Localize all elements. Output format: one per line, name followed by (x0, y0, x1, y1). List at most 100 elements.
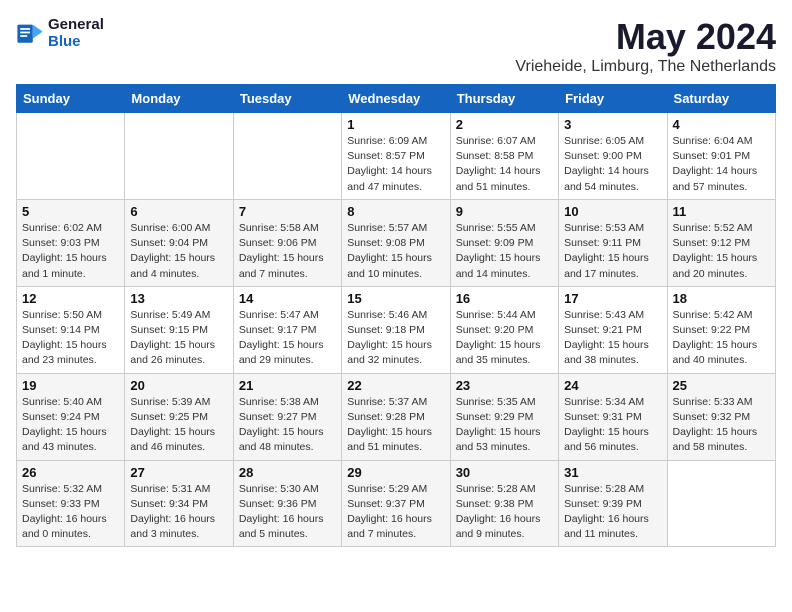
calendar-day-cell: 29 Sunrise: 5:29 AMSunset: 9:37 PMDayligh… (342, 460, 450, 547)
calendar-day-cell: 19 Sunrise: 5:40 AMSunset: 9:24 PMDayligh… (17, 373, 125, 460)
day-number: 4 (673, 117, 770, 132)
calendar-day-cell: 22Sunrise: 5:37 AMSunset: 9:28 PMDayligh… (342, 373, 450, 460)
logo-text: General Blue (48, 16, 104, 50)
calendar-day-cell: 31 Sunrise: 5:28 AMSunset: 9:39 PMDayligh… (559, 460, 667, 547)
day-number: 28 (239, 465, 336, 480)
day-number: 29 (347, 465, 444, 480)
day-info: Sunrise: 6:05 AMSunset: 9:00 PMDaylight:… (564, 134, 661, 195)
calendar-day-cell: 24 Sunrise: 5:34 AMSunset: 9:31 PMDayligh… (559, 373, 667, 460)
day-number: 13 (130, 291, 227, 306)
day-info: Sunrise: 5:39 AMSunset: 9:25 PMDaylight:… (130, 395, 227, 456)
day-info: Sunrise: 5:28 AMSunset: 9:38 PMDaylight:… (456, 482, 553, 543)
day-info: Sunrise: 5:33 AMSunset: 9:32 PMDaylight:… (673, 395, 770, 456)
day-number: 22 (347, 378, 444, 393)
calendar-day-cell: 23 Sunrise: 5:35 AMSunset: 9:29 PMDayligh… (450, 373, 558, 460)
day-info: Sunrise: 5:50 AMSunset: 9:14 PMDaylight:… (22, 308, 119, 369)
calendar-day-cell: 20 Sunrise: 5:39 AMSunset: 9:25 PMDayligh… (125, 373, 233, 460)
title-area: May 2024 Vrieheide, Limburg, The Netherl… (515, 16, 776, 76)
day-number: 25 (673, 378, 770, 393)
calendar-day-cell: 25 Sunrise: 5:33 AMSunset: 9:32 PMDayligh… (667, 373, 775, 460)
calendar-day-cell: 6Sunrise: 6:00 AMSunset: 9:04 PMDaylight… (125, 199, 233, 286)
calendar-day-cell: 27 Sunrise: 5:31 AMSunset: 9:34 PMDayligh… (125, 460, 233, 547)
day-number: 7 (239, 204, 336, 219)
day-info: Sunrise: 5:53 AMSunset: 9:11 PMDaylight:… (564, 221, 661, 282)
calendar-week-row: 1Sunrise: 6:09 AMSunset: 8:57 PMDaylight… (17, 113, 776, 200)
day-number: 21 (239, 378, 336, 393)
day-info: Sunrise: 5:46 AMSunset: 9:18 PMDaylight:… (347, 308, 444, 369)
day-info: Sunrise: 5:29 AMSunset: 9:37 PMDaylight:… (347, 482, 444, 543)
weekday-header-row: SundayMondayTuesdayWednesdayThursdayFrid… (17, 85, 776, 113)
calendar-week-row: 12 Sunrise: 5:50 AMSunset: 9:14 PMDayligh… (17, 286, 776, 373)
empty-day-cell (17, 113, 125, 200)
day-info: Sunrise: 5:52 AMSunset: 9:12 PMDaylight:… (673, 221, 770, 282)
day-info: Sunrise: 5:57 AMSunset: 9:08 PMDaylight:… (347, 221, 444, 282)
day-number: 9 (456, 204, 553, 219)
day-number: 19 (22, 378, 119, 393)
page-header: General Blue May 2024 Vrieheide, Limburg… (16, 16, 776, 76)
calendar-day-cell: 5 Sunrise: 6:02 AMSunset: 9:03 PMDaylight… (17, 199, 125, 286)
day-info: Sunrise: 5:35 AMSunset: 9:29 PMDaylight:… (456, 395, 553, 456)
day-info: Sunrise: 6:00 AMSunset: 9:04 PMDaylight:… (130, 221, 227, 282)
day-number: 3 (564, 117, 661, 132)
calendar-day-cell: 15 Sunrise: 5:46 AMSunset: 9:18 PMDayligh… (342, 286, 450, 373)
calendar-week-row: 19 Sunrise: 5:40 AMSunset: 9:24 PMDayligh… (17, 373, 776, 460)
calendar-week-row: 5 Sunrise: 6:02 AMSunset: 9:03 PMDaylight… (17, 199, 776, 286)
day-info: Sunrise: 5:40 AMSunset: 9:24 PMDaylight:… (22, 395, 119, 456)
calendar-day-cell: 8 Sunrise: 5:57 AMSunset: 9:08 PMDaylight… (342, 199, 450, 286)
calendar-table: SundayMondayTuesdayWednesdayThursdayFrid… (16, 84, 776, 547)
day-info: Sunrise: 5:32 AMSunset: 9:33 PMDaylight:… (22, 482, 119, 543)
day-info: Sunrise: 5:34 AMSunset: 9:31 PMDaylight:… (564, 395, 661, 456)
calendar-day-cell: 16Sunrise: 5:44 AMSunset: 9:20 PMDayligh… (450, 286, 558, 373)
day-info: Sunrise: 5:28 AMSunset: 9:39 PMDaylight:… (564, 482, 661, 543)
calendar-day-cell: 2Sunrise: 6:07 AMSunset: 8:58 PMDaylight… (450, 113, 558, 200)
day-number: 24 (564, 378, 661, 393)
weekday-header-sunday: Sunday (17, 85, 125, 113)
calendar-day-cell: 17 Sunrise: 5:43 AMSunset: 9:21 PMDayligh… (559, 286, 667, 373)
calendar-day-cell: 14 Sunrise: 5:47 AMSunset: 9:17 PMDayligh… (233, 286, 341, 373)
day-info: Sunrise: 5:42 AMSunset: 9:22 PMDaylight:… (673, 308, 770, 369)
day-info: Sunrise: 5:44 AMSunset: 9:20 PMDaylight:… (456, 308, 553, 369)
weekday-header-wednesday: Wednesday (342, 85, 450, 113)
calendar-day-cell: 9Sunrise: 5:55 AMSunset: 9:09 PMDaylight… (450, 199, 558, 286)
day-info: Sunrise: 5:43 AMSunset: 9:21 PMDaylight:… (564, 308, 661, 369)
weekday-header-saturday: Saturday (667, 85, 775, 113)
day-number: 14 (239, 291, 336, 306)
day-info: Sunrise: 5:49 AMSunset: 9:15 PMDaylight:… (130, 308, 227, 369)
calendar-day-cell: 28 Sunrise: 5:30 AMSunset: 9:36 PMDayligh… (233, 460, 341, 547)
day-number: 5 (22, 204, 119, 219)
day-number: 27 (130, 465, 227, 480)
day-number: 20 (130, 378, 227, 393)
day-number: 15 (347, 291, 444, 306)
calendar-week-row: 26Sunrise: 5:32 AMSunset: 9:33 PMDayligh… (17, 460, 776, 547)
weekday-header-friday: Friday (559, 85, 667, 113)
day-number: 2 (456, 117, 553, 132)
day-info: Sunrise: 5:31 AMSunset: 9:34 PMDaylight:… (130, 482, 227, 543)
day-number: 18 (673, 291, 770, 306)
day-number: 12 (22, 291, 119, 306)
day-info: Sunrise: 5:38 AMSunset: 9:27 PMDaylight:… (239, 395, 336, 456)
day-number: 11 (673, 204, 770, 219)
calendar-day-cell: 3 Sunrise: 6:05 AMSunset: 9:00 PMDaylight… (559, 113, 667, 200)
day-number: 17 (564, 291, 661, 306)
day-number: 23 (456, 378, 553, 393)
logo-icon (16, 19, 44, 47)
day-info: Sunrise: 6:04 AMSunset: 9:01 PMDaylight:… (673, 134, 770, 195)
day-info: Sunrise: 5:58 AMSunset: 9:06 PMDaylight:… (239, 221, 336, 282)
day-info: Sunrise: 6:02 AMSunset: 9:03 PMDaylight:… (22, 221, 119, 282)
day-number: 8 (347, 204, 444, 219)
calendar-day-cell: 11 Sunrise: 5:52 AMSunset: 9:12 PMDayligh… (667, 199, 775, 286)
calendar-day-cell: 21 Sunrise: 5:38 AMSunset: 9:27 PMDayligh… (233, 373, 341, 460)
calendar-day-cell: 10 Sunrise: 5:53 AMSunset: 9:11 PMDayligh… (559, 199, 667, 286)
day-info: Sunrise: 6:09 AMSunset: 8:57 PMDaylight:… (347, 134, 444, 195)
calendar-day-cell: 13 Sunrise: 5:49 AMSunset: 9:15 PMDayligh… (125, 286, 233, 373)
empty-day-cell (233, 113, 341, 200)
month-title: May 2024 (515, 16, 776, 58)
location-subtitle: Vrieheide, Limburg, The Netherlands (515, 58, 776, 76)
day-info: Sunrise: 5:47 AMSunset: 9:17 PMDaylight:… (239, 308, 336, 369)
calendar-day-cell: 7 Sunrise: 5:58 AMSunset: 9:06 PMDaylight… (233, 199, 341, 286)
calendar-day-cell: 18 Sunrise: 5:42 AMSunset: 9:22 PMDayligh… (667, 286, 775, 373)
day-info: Sunrise: 5:30 AMSunset: 9:36 PMDaylight:… (239, 482, 336, 543)
day-number: 10 (564, 204, 661, 219)
day-number: 30 (456, 465, 553, 480)
day-number: 31 (564, 465, 661, 480)
